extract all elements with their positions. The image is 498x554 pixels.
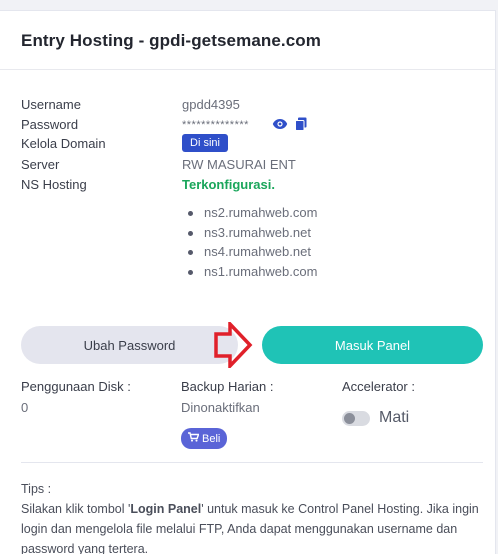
backup-value: Dinonaktifkan [181, 400, 260, 415]
list-item: ns1.rumahweb.com [182, 264, 317, 284]
tips-login-panel: Login Panel [130, 502, 202, 516]
change-password-button[interactable]: Ubah Password [21, 326, 238, 364]
ns-label: NS Hosting [21, 177, 87, 192]
username-value: gpdd4395 [182, 97, 240, 112]
list-item: ns4.rumahweb.net [182, 244, 317, 264]
entry-hosting-card: Entry Hosting - gpdi-getsemane.com Usern… [0, 10, 496, 554]
toggle-knob [344, 413, 355, 424]
password-label: Password [21, 117, 79, 132]
domain-label: Kelola Domain [21, 136, 106, 151]
hosting-stats: Penggunaan Disk : 0 Backup Harian : Dino… [0, 379, 496, 454]
copy-icon[interactable] [295, 117, 307, 134]
buy-backup-button[interactable]: Beli [181, 428, 228, 449]
cart-icon [188, 432, 200, 445]
tips-text-pre: Silakan klik tombol ' [21, 502, 131, 516]
password-actions [272, 117, 307, 134]
tips-title: Tips : [21, 482, 52, 496]
page-title: Entry Hosting - gpdi-getsemane.com [21, 31, 321, 50]
card-header: Entry Hosting - gpdi-getsemane.com [0, 11, 495, 70]
server-label: Server [21, 157, 60, 172]
arrow-right-icon [213, 319, 253, 373]
server-value: RW MASURAI ENT [182, 157, 296, 172]
manage-domain-button[interactable]: Di sini [182, 134, 228, 152]
login-panel-button[interactable]: Masuk Panel [262, 326, 483, 364]
eye-icon[interactable] [272, 118, 288, 133]
tips-section: Tips : Silakan klik tombol 'Login Panel'… [21, 479, 483, 554]
ns-status: Terkonfigurasi. [182, 177, 275, 192]
ns-list: ns2.rumahweb.com ns3.rumahweb.net ns4.ru… [182, 205, 317, 283]
username-label: Username [21, 97, 81, 112]
accelerator-status: Mati [379, 409, 410, 426]
buy-label: Beli [202, 432, 221, 445]
list-item: ns3.rumahweb.net [182, 225, 317, 245]
accelerator-toggle[interactable] [342, 411, 370, 426]
backup-label: Backup Harian : [181, 379, 274, 394]
password-value: ************** [182, 119, 249, 131]
accelerator-label: Accelerator : [342, 379, 415, 394]
disk-usage-value: 0 [21, 400, 29, 415]
divider [21, 462, 483, 463]
disk-usage-label: Penggunaan Disk : [21, 379, 131, 394]
list-item: ns2.rumahweb.com [182, 205, 317, 225]
